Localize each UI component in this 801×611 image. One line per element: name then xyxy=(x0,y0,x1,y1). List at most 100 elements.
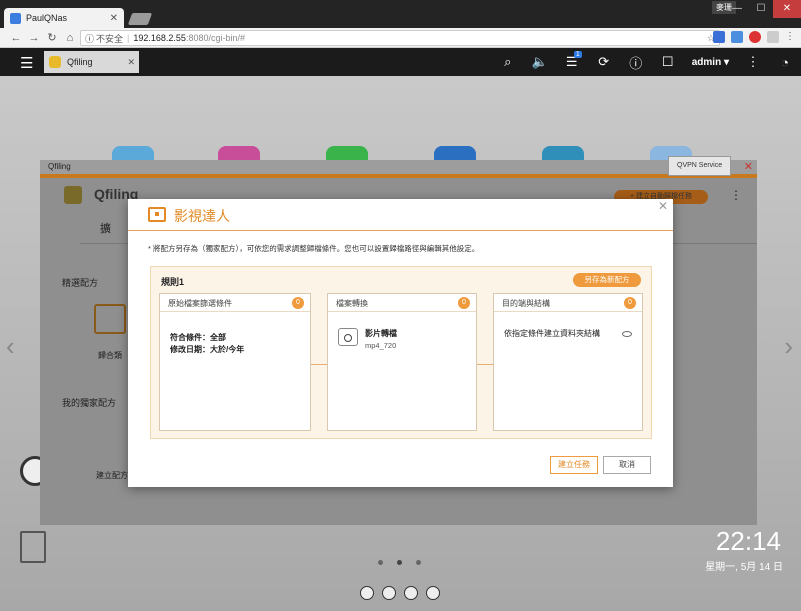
insecure-label: 不安全 xyxy=(96,33,124,44)
qfiling-logo-icon xyxy=(64,186,82,204)
video-camera-icon xyxy=(338,328,358,346)
my-recipes-heading: 我的獨家配方 xyxy=(62,398,117,408)
eye-icon[interactable] xyxy=(622,331,632,337)
tab-close-icon[interactable]: ✕ xyxy=(110,13,118,24)
nas-favicon-icon xyxy=(10,12,21,24)
browser-menu-icon[interactable]: ⋮ xyxy=(785,31,795,43)
dock-cloud-icon[interactable] xyxy=(360,586,374,600)
browser-tab[interactable]: PaulQNas ✕ xyxy=(4,8,124,28)
create-task-button[interactable]: 建立任務 xyxy=(550,456,598,474)
opera-icon[interactable] xyxy=(749,31,761,43)
card-title: 原始檔案篩選條件 xyxy=(168,299,232,308)
source-filter-card[interactable]: 原始檔案篩選條件 0 符合條件：全部 修改日期：大於/今年 xyxy=(159,293,311,431)
featured-recipes-heading: 精選配方 xyxy=(62,278,99,288)
card-title: 目的端與結構 xyxy=(502,299,550,308)
page-dot[interactable] xyxy=(378,560,383,565)
info-circle-icon[interactable]: ⓘ xyxy=(620,53,652,72)
bottom-dock xyxy=(360,586,440,600)
user-avatar-icon[interactable]: ☐ xyxy=(652,54,684,70)
dock-tools-icon[interactable] xyxy=(382,586,396,600)
maximize-icon[interactable]: ☐ xyxy=(749,0,773,18)
qfiling-app-tab[interactable]: Qfiling ✕ xyxy=(44,51,139,73)
qfiling-close-icon[interactable]: ✕ xyxy=(744,160,753,174)
reload-icon[interactable]: ↻ xyxy=(44,31,60,44)
minimize-icon[interactable]: — xyxy=(725,0,749,18)
filter-condition: 符合條件：全部 xyxy=(170,333,226,342)
window-close-icon[interactable]: ✕ xyxy=(773,0,801,18)
chevron-right-icon[interactable]: › xyxy=(784,331,793,362)
rule-title: 規則1 xyxy=(161,277,185,287)
volume-icon[interactable]: 🔈 xyxy=(524,54,556,70)
app-tab-close-icon[interactable]: ✕ xyxy=(127,57,135,68)
recipe-modal: 影視達人 ✕ * 將配方另存為（獨家配方），可依您的需求調整歸檔條件。您也可以設… xyxy=(128,199,673,487)
page-dot-active[interactable] xyxy=(397,560,402,565)
destination-card[interactable]: 目的端與結構 0 依指定條件建立資料夾結構 xyxy=(493,293,643,431)
url-path: :8080/cgi-bin/# xyxy=(185,33,245,43)
trash-icon[interactable] xyxy=(20,531,46,563)
filter-date: 修改日期：大於/今年 xyxy=(170,345,245,354)
dock-grid-icon[interactable] xyxy=(404,586,418,600)
qfiling-nav-item[interactable]: 擴 xyxy=(100,220,111,236)
more-options-icon[interactable]: ⋮ xyxy=(737,54,769,70)
home-icon[interactable]: ⌂ xyxy=(62,32,78,44)
extension-gear-icon[interactable] xyxy=(767,31,779,43)
window-controls: — ☐ ✕ xyxy=(725,0,801,18)
username-menu[interactable]: admin ▾ xyxy=(684,57,737,68)
tab-title: PaulQNas xyxy=(26,13,68,23)
rule-box: 規則1 另存為新配方 原始檔案篩選條件 0 符合條件：全部 修改日期：大於/今年… xyxy=(150,266,652,439)
browser-titlebar: PaulQNas ✕ 麥珊 — ☐ ✕ xyxy=(0,0,801,28)
browser-toolbar: ← → ↻ ⌂ ⓘ 不安全 | 192.168.2.55 :8080/cgi-b… xyxy=(0,28,801,48)
sync-icon[interactable]: ⟳ xyxy=(588,54,620,70)
film-icon xyxy=(148,207,166,222)
extension-translate-icon[interactable] xyxy=(713,31,725,43)
destination-text: 依指定條件建立資料夾結構 xyxy=(504,329,600,338)
connector-line xyxy=(311,364,327,365)
card-count-badge: 0 xyxy=(292,297,304,309)
dock-edit-icon[interactable] xyxy=(426,586,440,600)
destination-row: 依指定條件建立資料夾結構 xyxy=(504,328,632,340)
address-bar[interactable]: ⓘ 不安全 | 192.168.2.55 :8080/cgi-bin/# ☆ xyxy=(80,30,720,46)
modal-close-icon[interactable]: ✕ xyxy=(658,199,668,213)
card-count-badge: 0 xyxy=(624,297,636,309)
info-icon[interactable]: ⓘ xyxy=(85,32,94,45)
modal-header: 影視達人 ✕ xyxy=(128,199,673,231)
qfiling-titlebar: Qfiling QVPN Service ✕ xyxy=(40,156,757,176)
conversion-format: mp4_720 xyxy=(365,341,397,350)
qfiling-app-icon xyxy=(49,56,61,68)
main-menu-icon[interactable]: ☰ xyxy=(20,54,33,72)
search-icon[interactable]: ⌕ xyxy=(492,54,524,70)
modal-title: 影視達人 xyxy=(174,208,230,224)
new-tab-button[interactable] xyxy=(127,13,153,25)
app-tab-label: Qfiling xyxy=(67,57,93,67)
notification-badge: 1 xyxy=(573,51,582,58)
extension-icons: ⋮ xyxy=(713,31,795,43)
page-dot[interactable] xyxy=(416,560,421,565)
qfiling-more-icon[interactable]: ⋮ xyxy=(730,188,742,202)
conversion-item: 影片轉檔 mp4_720 xyxy=(338,328,466,352)
card-count-badge: 0 xyxy=(458,297,470,309)
folder-icon[interactable] xyxy=(94,304,126,334)
chevron-left-icon[interactable]: ‹ xyxy=(6,331,15,362)
card-body: 符合條件：全部 修改日期：大於/今年 xyxy=(160,312,310,356)
dashboard-gauge-icon[interactable]: ◔ xyxy=(769,55,801,70)
back-icon[interactable]: ← xyxy=(8,32,24,44)
url-host: 192.168.2.55 xyxy=(133,33,186,43)
connector-line xyxy=(477,364,493,365)
save-as-new-recipe-button[interactable]: 另存為新配方 xyxy=(573,273,641,287)
cancel-button[interactable]: 取消 xyxy=(603,456,651,474)
forward-icon[interactable]: → xyxy=(26,32,42,44)
file-conversion-card[interactable]: 檔案轉換 0 影片轉檔 mp4_720 xyxy=(327,293,477,431)
qfiling-window-title: Qfiling xyxy=(48,162,71,171)
card-header: 檔案轉換 0 xyxy=(328,294,476,312)
page-dots xyxy=(378,560,421,565)
card-header: 原始檔案篩選條件 0 xyxy=(160,294,310,312)
create-recipe-label[interactable]: 建立配方 xyxy=(96,470,128,481)
qvpn-tooltip: QVPN Service xyxy=(668,156,732,176)
folder-label: 歸合類 xyxy=(98,351,122,360)
nas-top-bar: ☰ Qfiling ✕ ⌕ 🔈 ☰ 1 ⟳ ⓘ ☐ admin ▾ ⋮ ◔ xyxy=(0,48,801,76)
card-body: 依指定條件建立資料夾結構 xyxy=(494,312,642,340)
tasks-icon[interactable]: ☰ 1 xyxy=(556,51,588,70)
conversion-name: 影片轉檔 xyxy=(365,329,397,338)
extension-blue-icon[interactable] xyxy=(731,31,743,43)
desktop-clock: 22:14 xyxy=(715,526,781,556)
